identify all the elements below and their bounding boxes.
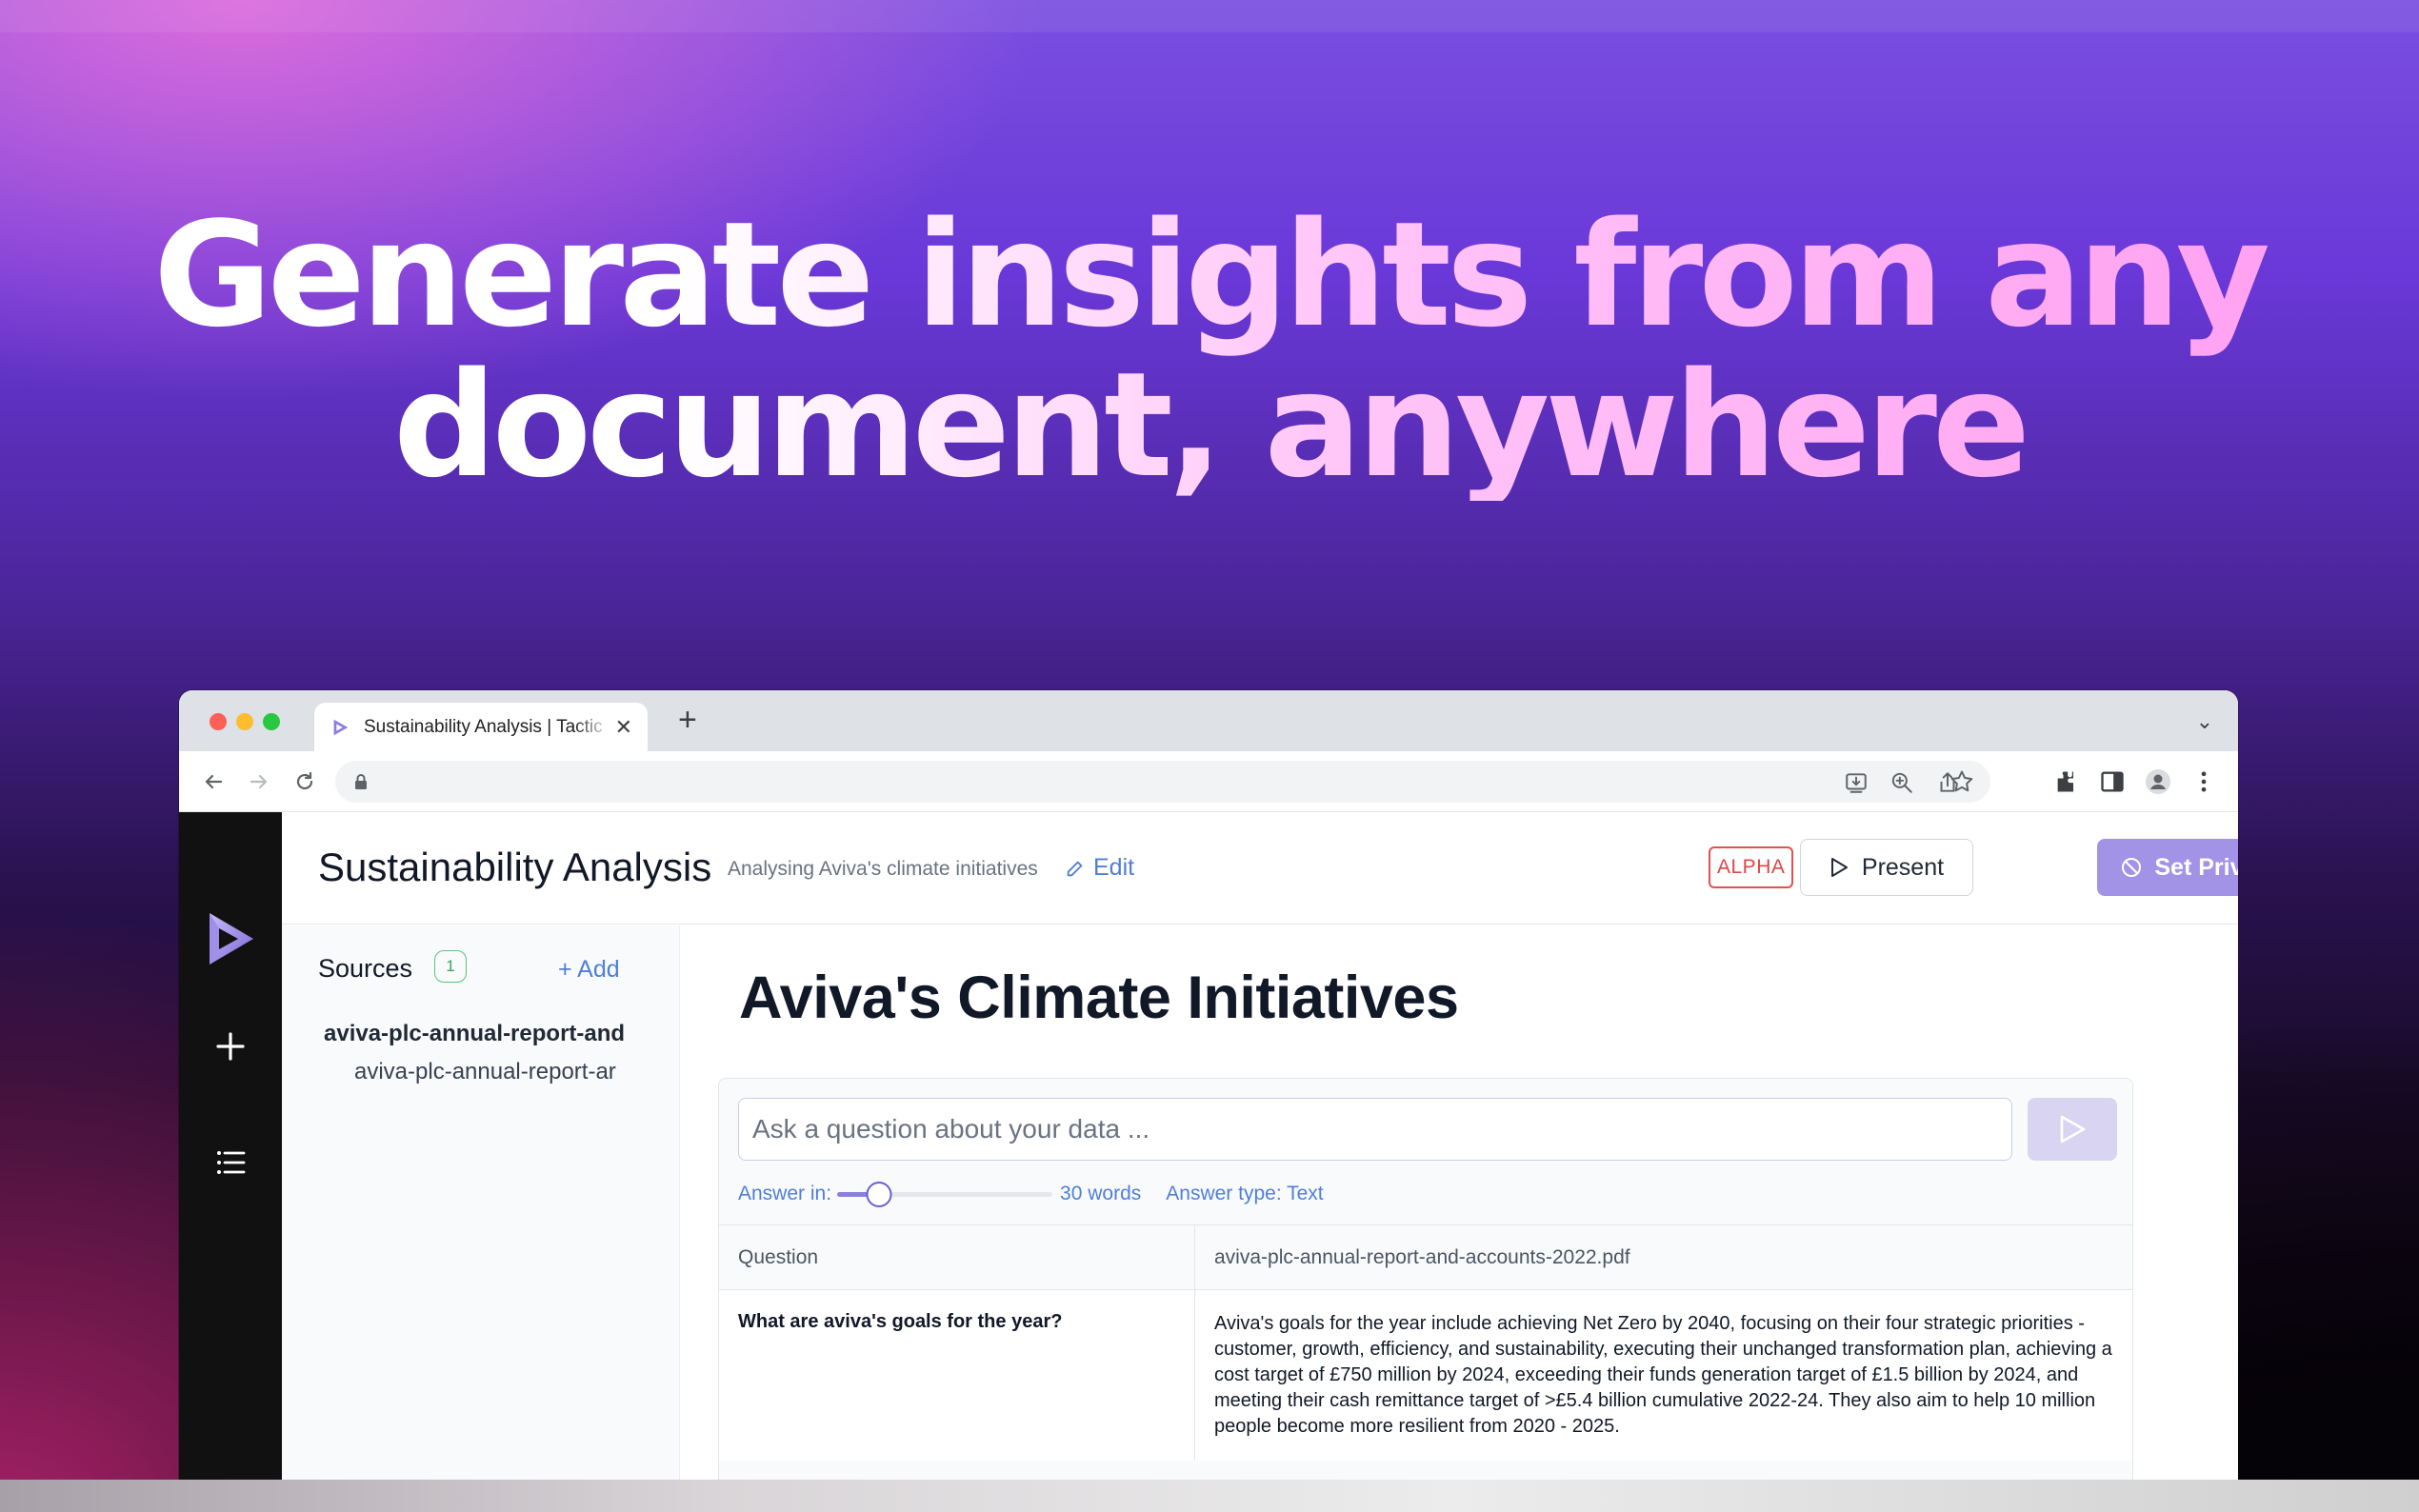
lock-icon[interactable] — [352, 772, 370, 791]
install-icon[interactable] — [1844, 770, 1869, 795]
sources-panel: Sources 1 + Add aviva-plc-annual-report-… — [282, 925, 680, 1481]
new-tab-button[interactable]: + — [678, 704, 697, 736]
present-button[interactable]: Present — [1800, 839, 1973, 896]
sources-label: Sources — [318, 954, 413, 983]
forward-icon[interactable] — [242, 765, 276, 799]
send-icon — [2060, 1115, 2086, 1144]
hero-headline: Generate insights from any document, any… — [0, 200, 2419, 501]
menu-icon[interactable] — [2190, 768, 2217, 795]
star-icon[interactable] — [1949, 768, 1975, 795]
send-button[interactable] — [2028, 1098, 2117, 1161]
page-subtitle: Analysing Aviva's climate initiatives — [728, 858, 1038, 880]
tab-title: Sustainability Analysis | Tactic — [364, 716, 603, 737]
back-icon[interactable] — [196, 765, 230, 799]
set-private-button[interactable]: Set Private — [2097, 839, 2238, 896]
add-source-button[interactable]: + Add — [558, 956, 620, 984]
document-title: Aviva's Climate Initiatives — [739, 965, 1459, 1031]
answer-length-slider[interactable] — [837, 1180, 1053, 1208]
edit-label: Edit — [1093, 854, 1135, 881]
qa-panel: Answer in: 30 words Answer type: Text Qu… — [718, 1078, 2133, 1481]
play-icon — [1830, 858, 1848, 877]
question-cell[interactable]: What are aviva's goals for the year? — [719, 1290, 1195, 1461]
table-row: What are aviva's goals for the year? Avi… — [719, 1290, 2132, 1461]
top-strip — [0, 0, 2419, 32]
hero-line-1: Generate insights from any — [153, 190, 2266, 359]
set-private-label: Set Private — [2154, 853, 2238, 881]
browser-window: Sustainability Analysis | Tactic ✕ + ⌄ S… — [179, 690, 2238, 1481]
edit-button[interactable]: Edit — [1065, 854, 1134, 882]
tab-search-icon[interactable]: ⌄ — [2196, 709, 2213, 734]
column-header-question: Question — [719, 1225, 1195, 1289]
browser-tab-active[interactable]: Sustainability Analysis | Tactic ✕ — [314, 703, 648, 751]
answer-options: Answer in: 30 words Answer type: Text — [738, 1180, 1324, 1208]
qa-table: Question aviva-plc-annual-report-and-acc… — [719, 1224, 2132, 1461]
address-bar[interactable] — [335, 761, 1990, 803]
browser-tab-bar: Sustainability Analysis | Tactic ✕ + ⌄ — [179, 690, 2238, 751]
page-title: Sustainability Analysis — [318, 845, 712, 889]
private-icon — [2122, 858, 2142, 877]
plus-icon[interactable] — [213, 1029, 248, 1064]
browser-toolbar — [179, 751, 2238, 812]
main-content: Aviva's Climate Initiatives Answer in: 3… — [680, 925, 2238, 1481]
minimize-window-button[interactable] — [236, 713, 253, 730]
alpha-badge: ALPHA — [1709, 846, 1794, 888]
logo-icon[interactable] — [206, 911, 255, 966]
source-item-file[interactable]: aviva-plc-annual-report-ar — [354, 1059, 676, 1085]
tab-favicon-icon — [333, 719, 349, 735]
answer-type-selector[interactable]: Answer type: Text — [1166, 1183, 1323, 1205]
reload-icon[interactable] — [288, 765, 322, 799]
source-item-name[interactable]: aviva-plc-annual-report-and — [324, 1021, 676, 1047]
present-label: Present — [1861, 853, 1945, 881]
sources-count-badge: 1 — [434, 950, 467, 983]
tab-close-icon[interactable]: ✕ — [615, 715, 632, 740]
slider-handle[interactable] — [866, 1182, 892, 1207]
qa-table-header: Question aviva-plc-annual-report-and-acc… — [719, 1225, 2132, 1290]
side-panel-icon[interactable] — [2099, 768, 2126, 795]
app-sidebar — [179, 812, 282, 1481]
zoom-icon[interactable] — [1889, 770, 1914, 795]
extensions-icon[interactable] — [2053, 768, 2080, 795]
ask-question-input[interactable] — [738, 1098, 2012, 1161]
hero-line-2: document, anywhere — [392, 341, 2027, 509]
maximize-window-button[interactable] — [263, 713, 280, 730]
list-icon[interactable] — [213, 1145, 248, 1180]
profile-icon[interactable] — [2145, 768, 2171, 795]
column-header-source: aviva-plc-annual-report-and-accounts-202… — [1214, 1245, 1630, 1268]
close-window-button[interactable] — [210, 713, 227, 730]
answer-words-value: 30 words — [1060, 1183, 1142, 1204]
answer-in-label: Answer in: — [738, 1183, 832, 1204]
app-header: Sustainability Analysis Analysing Aviva'… — [282, 812, 2238, 925]
edit-icon — [1067, 861, 1083, 876]
bottom-strip — [0, 1480, 2419, 1512]
answer-cell: Aviva's goals for the year include achie… — [1214, 1313, 2112, 1437]
